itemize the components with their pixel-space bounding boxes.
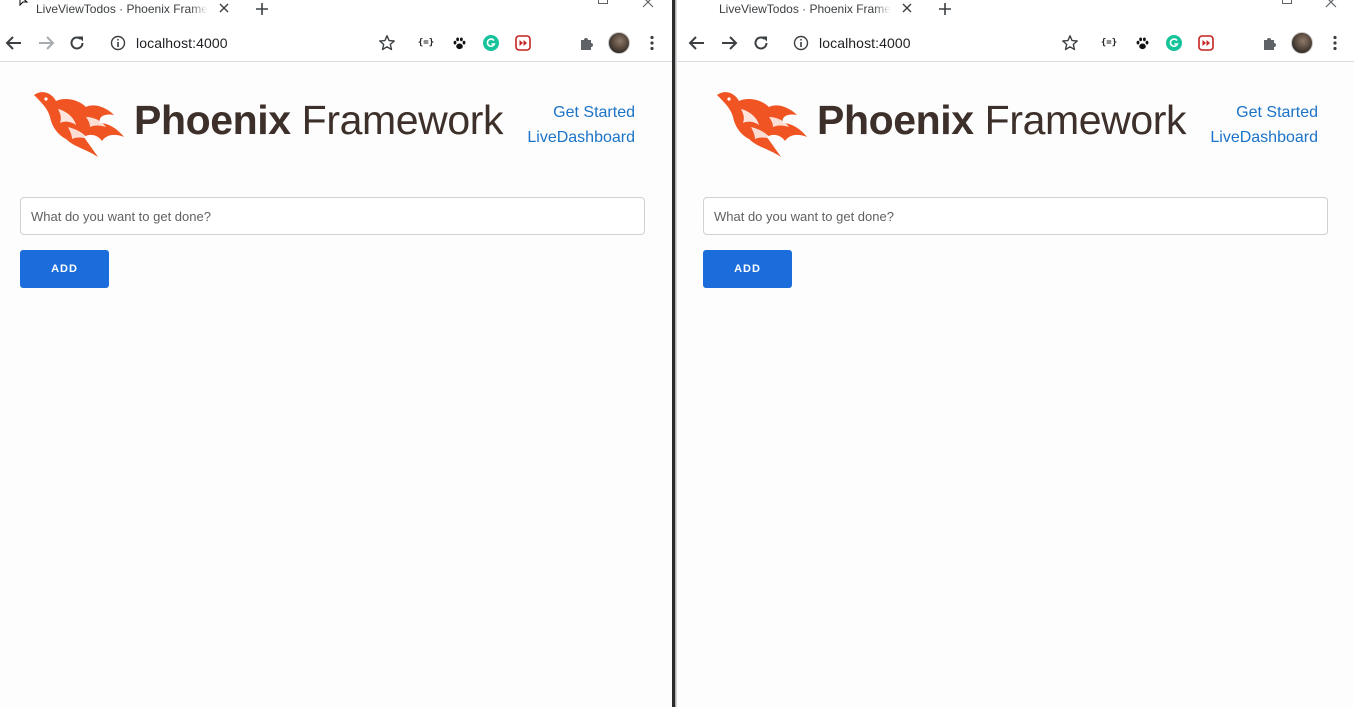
forward-arrow-icon xyxy=(722,36,738,50)
phoenix-logo[interactable]: Phoenix Framework xyxy=(711,87,1191,157)
info-icon[interactable] xyxy=(793,35,809,51)
restore-window-icon[interactable] xyxy=(598,0,608,4)
get-started-link[interactable]: Get Started xyxy=(1210,100,1318,125)
extensions-puzzle-icon[interactable] xyxy=(1262,35,1278,51)
page-content: Phoenix Framework Get Started LiveDashbo… xyxy=(0,63,672,707)
move-cursor-icon xyxy=(19,0,29,6)
paw-icon[interactable] xyxy=(451,35,467,51)
grammarly-icon[interactable] xyxy=(1166,35,1182,51)
menu-button[interactable] xyxy=(642,33,662,53)
tab-strip: LiveViewTodos · Phoenix Framework xyxy=(677,0,1354,24)
info-icon[interactable] xyxy=(110,35,126,51)
url-text[interactable]: localhost:4000 xyxy=(136,35,228,51)
new-tab-icon[interactable] xyxy=(254,1,270,17)
todo-input[interactable] xyxy=(20,197,645,235)
desktop: LiveViewTodos · Phoenix Framework localh… xyxy=(0,0,1354,707)
reload-button[interactable] xyxy=(751,33,771,53)
tab-title[interactable]: LiveViewTodos · Phoenix Framework xyxy=(719,2,891,16)
phoenix-bird-icon xyxy=(34,92,124,157)
close-window-icon[interactable] xyxy=(1325,0,1337,8)
forward-button[interactable] xyxy=(36,33,56,53)
close-tab-icon[interactable] xyxy=(900,1,914,15)
restore-window-icon[interactable] xyxy=(1282,0,1292,4)
browser-window-right: LiveViewTodos · Phoenix Framework localh… xyxy=(677,0,1354,707)
tab-title[interactable]: LiveViewTodos · Phoenix Framework xyxy=(36,2,208,16)
brand-light: Framework xyxy=(290,97,504,143)
close-window-icon[interactable] xyxy=(642,0,654,8)
back-arrow-icon xyxy=(5,36,21,50)
phoenix-bird-icon xyxy=(717,92,807,157)
reload-button[interactable] xyxy=(67,33,87,53)
reload-icon xyxy=(754,36,768,50)
star-icon xyxy=(379,35,395,51)
profile-avatar[interactable] xyxy=(608,32,630,54)
address-bar[interactable]: localhost:4000 xyxy=(104,30,404,56)
browser-toolbar: localhost:4000 {=} xyxy=(0,24,672,62)
profile-avatar[interactable] xyxy=(1291,32,1313,54)
red-forward-icon[interactable] xyxy=(1198,35,1214,51)
json-viewer-icon[interactable]: {=} xyxy=(418,35,434,51)
forward-arrow-icon xyxy=(39,36,55,50)
tab-title-fade xyxy=(190,0,208,18)
kebab-menu-icon xyxy=(650,35,654,51)
browser-window-left: LiveViewTodos · Phoenix Framework localh… xyxy=(0,0,672,707)
menu-button[interactable] xyxy=(1325,33,1345,53)
bookmark-button[interactable] xyxy=(1060,33,1080,53)
new-tab-icon[interactable] xyxy=(937,1,953,17)
kebab-menu-icon xyxy=(1333,35,1337,51)
brand-light: Framework xyxy=(973,97,1187,143)
tab-strip: LiveViewTodos · Phoenix Framework xyxy=(0,0,672,24)
extensions-puzzle-icon[interactable] xyxy=(579,35,595,51)
phoenix-logo[interactable]: Phoenix Framework xyxy=(28,87,508,157)
star-icon xyxy=(1062,35,1078,51)
back-arrow-icon xyxy=(688,36,704,50)
red-forward-icon[interactable] xyxy=(515,35,531,51)
close-tab-icon[interactable] xyxy=(217,1,231,15)
header-nav: Get Started LiveDashboard xyxy=(527,100,635,150)
json-viewer-icon[interactable]: {=} xyxy=(1101,35,1117,51)
todo-input[interactable] xyxy=(703,197,1328,235)
browser-toolbar: localhost:4000 {=} xyxy=(677,24,1354,62)
tab-title-fade xyxy=(873,0,891,18)
back-button[interactable] xyxy=(687,33,707,53)
forward-button[interactable] xyxy=(719,33,739,53)
reload-icon xyxy=(70,36,84,50)
address-bar[interactable]: localhost:4000 xyxy=(787,30,1087,56)
brand-strong: Phoenix xyxy=(817,97,974,143)
paw-icon[interactable] xyxy=(1134,35,1150,51)
back-button[interactable] xyxy=(4,33,24,53)
brand-strong: Phoenix xyxy=(134,97,291,143)
live-dashboard-link[interactable]: LiveDashboard xyxy=(1210,125,1318,150)
get-started-link[interactable]: Get Started xyxy=(527,100,635,125)
url-text[interactable]: localhost:4000 xyxy=(819,35,911,51)
grammarly-icon[interactable] xyxy=(483,35,499,51)
add-button[interactable]: ADD xyxy=(20,250,109,288)
bookmark-button[interactable] xyxy=(377,33,397,53)
brand-wordmark: Phoenix Framework xyxy=(134,97,504,144)
live-dashboard-link[interactable]: LiveDashboard xyxy=(527,125,635,150)
add-button[interactable]: ADD xyxy=(703,250,792,288)
brand-wordmark: Phoenix Framework xyxy=(817,97,1187,144)
header-nav: Get Started LiveDashboard xyxy=(1210,100,1318,150)
page-content: Phoenix Framework Get Started LiveDashbo… xyxy=(677,63,1354,707)
